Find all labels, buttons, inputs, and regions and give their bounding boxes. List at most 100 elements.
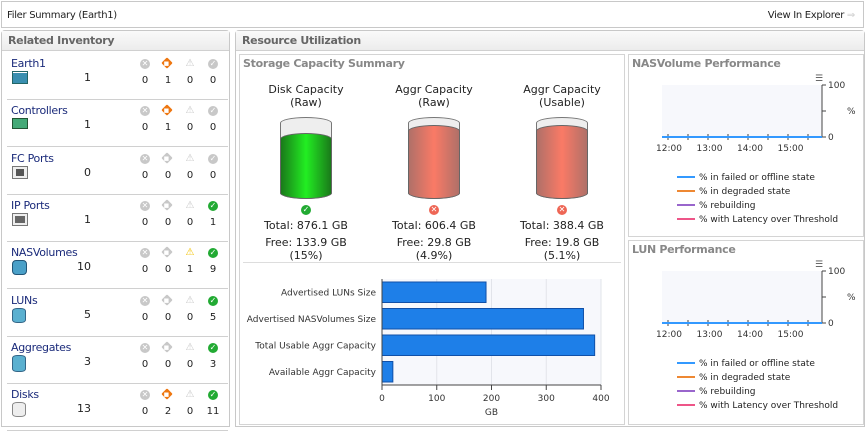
- y-tick-label: 100: [828, 267, 845, 277]
- normal-icon: ✓: [208, 390, 218, 401]
- inventory-row-disks[interactable]: Disks 13 ✕ 0 ◆ 2 ⚠ 0 ✓ 11: [7, 384, 228, 431]
- total-capacity: Total: 876.1 GB: [264, 219, 348, 232]
- inventory-row-aggregates[interactable]: Aggregates 3 ✕ 0 ◆ 0 ⚠ 0 ✓ 3: [7, 337, 228, 384]
- critical-icon: ◆: [161, 341, 173, 353]
- fatal-icon: ✕: [140, 295, 150, 306]
- chart-menu-icon[interactable]: ☰: [815, 260, 823, 270]
- inventory-row-fc-ports[interactable]: FC Ports 0 ✕ 0 ◆ 0 ⚠ 0 ✓ 0: [7, 148, 228, 195]
- x-tick-label: 14:00: [737, 330, 763, 340]
- cylinder-subtitle: (Raw): [418, 96, 450, 109]
- status-count: 0: [209, 75, 217, 86]
- cylinder-title: Aggr Capacity: [395, 83, 473, 96]
- chart-menu-icon[interactable]: ☰: [815, 74, 823, 84]
- status-count: 0: [164, 264, 172, 276]
- y-axis-label: %: [847, 293, 856, 303]
- legend-label: % in degraded state: [699, 373, 791, 383]
- status-count: 0: [164, 358, 172, 370]
- normal-icon: ✓: [208, 153, 218, 164]
- fatal-icon: ✕: [140, 390, 150, 401]
- normal-icon: ✓: [208, 200, 218, 211]
- status-count: 0: [164, 311, 172, 323]
- x-tick-label: 200: [483, 394, 500, 404]
- x-tick-label: 14:00: [737, 144, 763, 154]
- inventory-link[interactable]: Disks: [11, 388, 39, 401]
- legend-label: % rebuilding: [699, 387, 756, 397]
- inventory-link[interactable]: NASVolumes: [11, 246, 78, 259]
- normal-icon: ✓: [208, 106, 218, 117]
- fatal-icon: ✕: [140, 342, 150, 353]
- x-tick-label: 13:00: [697, 144, 723, 154]
- x-tick-label: 0: [379, 394, 385, 404]
- arrow-right-icon: ⇒: [846, 10, 855, 21]
- critical-icon: ◆: [161, 104, 173, 117]
- warning-icon: ⚠: [185, 58, 195, 69]
- normal-icon: ✓: [208, 295, 218, 306]
- normal-icon: ✓: [208, 248, 218, 259]
- item-count: 0: [84, 165, 91, 179]
- category-label: Total Usable Aggr Capacity: [254, 341, 376, 351]
- inventory-row-luns[interactable]: LUNs 5 ✕ 0 ◆ 0 ⚠ 0 ✓ 5: [7, 290, 228, 337]
- status-count: 0: [186, 216, 194, 228]
- warning-icon: ⚠: [185, 341, 195, 353]
- critical-icon: ◆: [161, 388, 173, 400]
- inventory-link[interactable]: FC Ports: [11, 152, 54, 165]
- section-title: Storage Capacity Summary: [243, 57, 405, 70]
- legend-label: % in failed or offline state: [699, 173, 815, 183]
- status-count: 0: [186, 122, 194, 134]
- status-count: 0: [186, 75, 194, 86]
- cylinder-title: Disk Capacity: [268, 83, 344, 96]
- fatal-icon: ✕: [140, 106, 150, 117]
- x-tick-label: 13:00: [697, 330, 723, 340]
- status-count: 9: [209, 264, 217, 276]
- status-count: 0: [141, 358, 149, 370]
- item-count: 10: [77, 260, 91, 274]
- y-tick-label: 0: [828, 319, 834, 329]
- warning-icon: ⚠: [185, 152, 195, 164]
- y-tick-label: 0: [828, 133, 834, 143]
- critical-icon: ◆: [161, 151, 173, 164]
- status-count: 0: [164, 216, 172, 228]
- page-title: Filer Summary (Earth1): [7, 10, 117, 21]
- status-count: 0: [209, 169, 217, 181]
- critical-icon: ◆: [161, 57, 173, 69]
- inventory-row-controllers[interactable]: Controllers 1 ✕ 0 ◆ 1 ⚠ 0 ✓ 0: [7, 100, 228, 148]
- inventory-link[interactable]: Controllers: [11, 104, 68, 117]
- inventory-row-ip-ports[interactable]: IP Ports 1 ✕ 0 ◆ 0 ⚠ 0 ✓ 1: [7, 195, 228, 242]
- status-count: 0: [186, 358, 194, 370]
- x-tick-label: 12:00: [656, 144, 682, 154]
- legend-label: % rebuilding: [699, 201, 756, 211]
- x-tick-label: 300: [538, 394, 555, 404]
- ethernet-port-icon: [12, 212, 28, 227]
- view-in-explorer-link[interactable]: View In Explorer ⇒: [768, 10, 856, 21]
- inventory-link[interactable]: IP Ports: [11, 199, 50, 212]
- bar: [381, 334, 596, 356]
- warning-icon: ⚠: [185, 389, 195, 401]
- status-count: 0: [186, 406, 194, 418]
- normal-icon: ✓: [208, 59, 218, 69]
- status-count: 0: [164, 169, 172, 181]
- cylinder-subtitle: (Raw): [290, 96, 322, 109]
- panel-title: Related Inventory: [2, 31, 229, 51]
- cylinder-graphic: [280, 117, 332, 199]
- ok-status-icon: ✓: [301, 205, 311, 215]
- capacity-cylinder: Disk Capacity (Raw) ✓ Total: 876.1 GB Fr…: [251, 83, 361, 262]
- x-tick-label: 12:00: [656, 330, 682, 340]
- total-capacity: Total: 388.4 GB: [520, 219, 604, 232]
- warning-icon: ⚠: [185, 105, 195, 117]
- status-count: 1: [164, 122, 172, 134]
- item-count: 13: [77, 402, 91, 416]
- inventory-link[interactable]: Earth1: [11, 57, 46, 70]
- inventory-link[interactable]: LUNs: [11, 294, 38, 307]
- cylinder-title: Aggr Capacity: [523, 83, 601, 96]
- status-count: 0: [141, 311, 149, 323]
- category-label: Advertised NASVolumes Size: [247, 315, 377, 325]
- inventory-row-earth1[interactable]: Earth1 1 ✕ 0 ◆ 1 ⚠ 0 ✓ 0: [7, 53, 228, 100]
- controller-board-icon: [12, 118, 28, 132]
- fatal-icon: ✕: [140, 248, 150, 259]
- lun-database-icon: [12, 307, 28, 323]
- inventory-link[interactable]: Aggregates: [11, 341, 71, 354]
- fc-port-icon: [12, 165, 28, 180]
- status-count: 1: [186, 264, 194, 276]
- inventory-row-nasvolumes[interactable]: NASVolumes 10 ✕ 0 ◆ 0 ⚠ 1 ✓ 9: [7, 242, 228, 290]
- status-count: 0: [209, 122, 217, 134]
